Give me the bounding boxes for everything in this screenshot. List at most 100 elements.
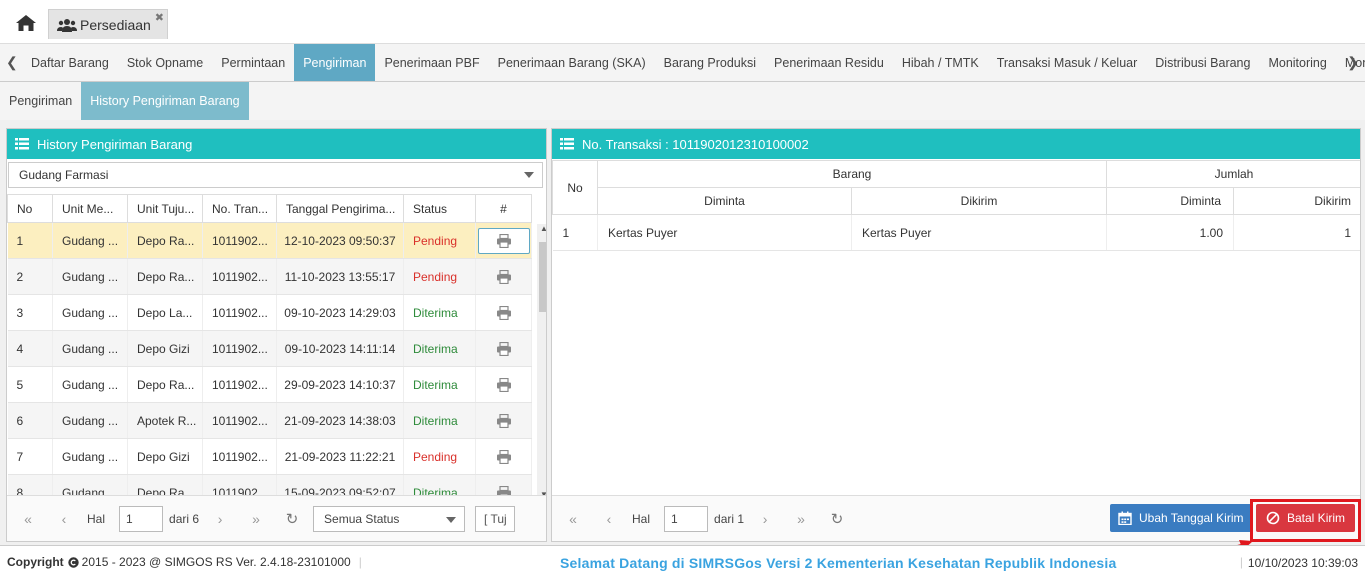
col-no[interactable]: No <box>7 194 53 223</box>
tab-pengiriman[interactable]: Pengiriman <box>0 82 81 120</box>
cell-tanggal: 12-10-2023 09:50:37 <box>276 222 404 259</box>
print-button[interactable] <box>478 444 530 470</box>
tab-persediaan[interactable]: Persediaan ✖ <box>48 9 168 39</box>
col-barang-dikirim: Dikirim <box>850 187 1108 215</box>
history-scrollbar[interactable]: ▲ ▼ <box>537 224 546 499</box>
menu-item-hibah-tmtk[interactable]: Hibah / TMTK <box>893 44 988 81</box>
prev-page-icon[interactable]: ‹ <box>51 511 77 527</box>
first-page-icon[interactable]: « <box>560 511 586 527</box>
menu-item-stok-opname[interactable]: Stok Opname <box>118 44 212 81</box>
ubah-tanggal-kirim-button[interactable]: Ubah Tanggal Kirim <box>1110 504 1252 532</box>
print-button[interactable] <box>478 408 530 434</box>
history-table: No Unit Me... Unit Tuju... No. Tran... Tangg… <box>7 194 532 511</box>
col-unit-tujuan[interactable]: Unit Tuju... <box>127 194 203 223</box>
print-button[interactable] <box>478 264 530 290</box>
annotation-highlight-box <box>1250 499 1361 542</box>
menu-item-daftar-barang[interactable]: Daftar Barang <box>22 44 118 81</box>
cell-unit-me: Gudang ... <box>52 438 128 475</box>
cell-unit-me: Gudang ... <box>52 330 128 367</box>
print-icon <box>496 341 511 356</box>
menu-item-monitoring[interactable]: Monitoring <box>1259 44 1335 81</box>
cell-action <box>475 438 532 475</box>
cell-no-tran: 1011902... <box>202 294 277 331</box>
menu-item-penerimaan-residu[interactable]: Penerimaan Residu <box>765 44 893 81</box>
page-count-label: dari 1 <box>714 511 745 526</box>
print-button[interactable] <box>477 227 530 254</box>
history-panel-header: History Pengiriman Barang <box>7 129 546 159</box>
tujuan-filter-select[interactable]: [ Tuj <box>475 505 516 532</box>
print-icon <box>496 449 511 464</box>
ubah-tanggal-kirim-label: Ubah Tanggal Kirim <box>1139 511 1244 525</box>
footer-divider: | <box>1239 555 1243 569</box>
cell-status: Pending <box>403 222 476 259</box>
menu-scroll-right-icon[interactable]: ❯ <box>1347 54 1359 71</box>
page-input[interactable]: 1 <box>664 505 709 532</box>
cell-unit-tujuan: Depo Ra... <box>127 258 203 295</box>
cell-status: Pending <box>403 438 476 475</box>
col-tanggal-pengiriman[interactable]: Tanggal Pengirima... <box>276 194 404 223</box>
page-input[interactable]: 1 <box>119 505 164 532</box>
cell-no-tran: 1011902... <box>202 438 277 475</box>
cell-no-tran: 1011902... <box>202 222 277 259</box>
table-row[interactable]: 6 Gudang ... Apotek R... 1011902... 21-09-20… <box>7 402 532 439</box>
gudang-select[interactable]: Gudang Farmasi <box>8 162 543 188</box>
menu-item-distribusi-barang[interactable]: Distribusi Barang <box>1146 44 1259 81</box>
home-button[interactable] <box>14 13 38 33</box>
next-page-icon[interactable]: › <box>207 511 233 527</box>
table-row[interactable]: 4 Gudang ... Depo Gizi 1011902... 09-10-2023… <box>7 330 532 367</box>
last-page-icon[interactable]: » <box>243 511 269 527</box>
refresh-icon[interactable]: ↻ <box>824 510 850 528</box>
print-button[interactable] <box>478 372 530 398</box>
module-menu: ❮ Daftar Barang Stok Opname Permintaan Peng… <box>0 44 1365 82</box>
cell-status: Pending <box>403 258 476 295</box>
menu-item-penerimaan-pbf[interactable]: Penerimaan PBF <box>375 44 488 81</box>
cell-jumlah-dikirim: 1 <box>1233 214 1360 251</box>
list-icon <box>15 138 29 150</box>
chevron-down-icon <box>446 516 457 523</box>
cell-unit-tujuan: Apotek R... <box>127 402 203 439</box>
table-row[interactable]: 5 Gudang ... Depo Ra... 1011902... 29-09-202… <box>7 366 532 403</box>
scrollbar-thumb[interactable] <box>539 242 546 312</box>
tab-history-pengiriman-barang[interactable]: History Pengiriman Barang <box>81 82 249 120</box>
menu-item-permintaan[interactable]: Permintaan <box>212 44 294 81</box>
last-page-icon[interactable]: » <box>788 511 814 527</box>
tujuan-filter-value: [ Tuj <box>484 511 507 526</box>
cell-unit-me: Gudang ... <box>52 258 128 295</box>
menu-item-transaksi-masuk-keluar[interactable]: Transaksi Masuk / Keluar <box>988 44 1147 81</box>
menu-item-barang-produksi[interactable]: Barang Produksi <box>655 44 765 81</box>
cell-no-tran: 1011902... <box>202 258 277 295</box>
menu-scroll-left-icon[interactable]: ❮ <box>6 54 18 71</box>
first-page-icon[interactable]: « <box>15 511 41 527</box>
cell-no: 7 <box>7 438 53 475</box>
scroll-up-icon[interactable]: ▲ <box>540 224 546 233</box>
prev-page-icon[interactable]: ‹ <box>596 511 622 527</box>
menu-item-penerimaan-barang-ska[interactable]: Penerimaan Barang (SKA) <box>489 44 655 81</box>
table-row[interactable]: 1 Kertas Puyer Kertas Puyer 1.00 1 <box>552 214 1360 251</box>
hal-label: Hal <box>87 511 106 526</box>
col-no: No <box>552 160 598 215</box>
col-unit-me[interactable]: Unit Me... <box>52 194 128 223</box>
cell-tanggal: 09-10-2023 14:11:14 <box>276 330 404 367</box>
col-no-transaksi[interactable]: No. Tran... <box>202 194 277 223</box>
status-filter-select[interactable]: Semua Status <box>313 505 466 532</box>
col-status[interactable]: Status <box>403 194 476 223</box>
cell-no-tran: 1011902... <box>202 330 277 367</box>
cell-unit-me: Gudang ... <box>52 294 128 331</box>
col-action[interactable]: # <box>475 194 532 223</box>
refresh-icon[interactable]: ↻ <box>279 510 305 528</box>
print-button[interactable] <box>478 300 530 326</box>
table-row[interactable]: 3 Gudang ... Depo La... 1011902... 09-10-202… <box>7 294 532 331</box>
calendar-icon <box>1118 511 1132 525</box>
table-row[interactable]: 2 Gudang ... Depo Ra... 1011902... 11-10-202… <box>7 258 532 295</box>
print-button[interactable] <box>478 336 530 362</box>
cell-status: Diterima <box>403 330 476 367</box>
cell-no: 1 <box>552 214 598 251</box>
history-panel-title: History Pengiriman Barang <box>37 136 193 152</box>
table-row[interactable]: 7 Gudang ... Depo Gizi 1011902... 21-09-2023… <box>7 438 532 475</box>
table-row[interactable]: 1 Gudang ... Depo Ra... 1011902... 12-10-202… <box>7 222 532 259</box>
col-jumlah: Jumlah <box>1106 160 1360 188</box>
next-page-icon[interactable]: › <box>752 511 778 527</box>
close-tab-icon[interactable]: ✖ <box>155 11 164 24</box>
menu-item-pengiriman[interactable]: Pengiriman <box>294 44 376 81</box>
history-panel: History Pengiriman Barang Gudang Farmasi… <box>6 128 547 542</box>
